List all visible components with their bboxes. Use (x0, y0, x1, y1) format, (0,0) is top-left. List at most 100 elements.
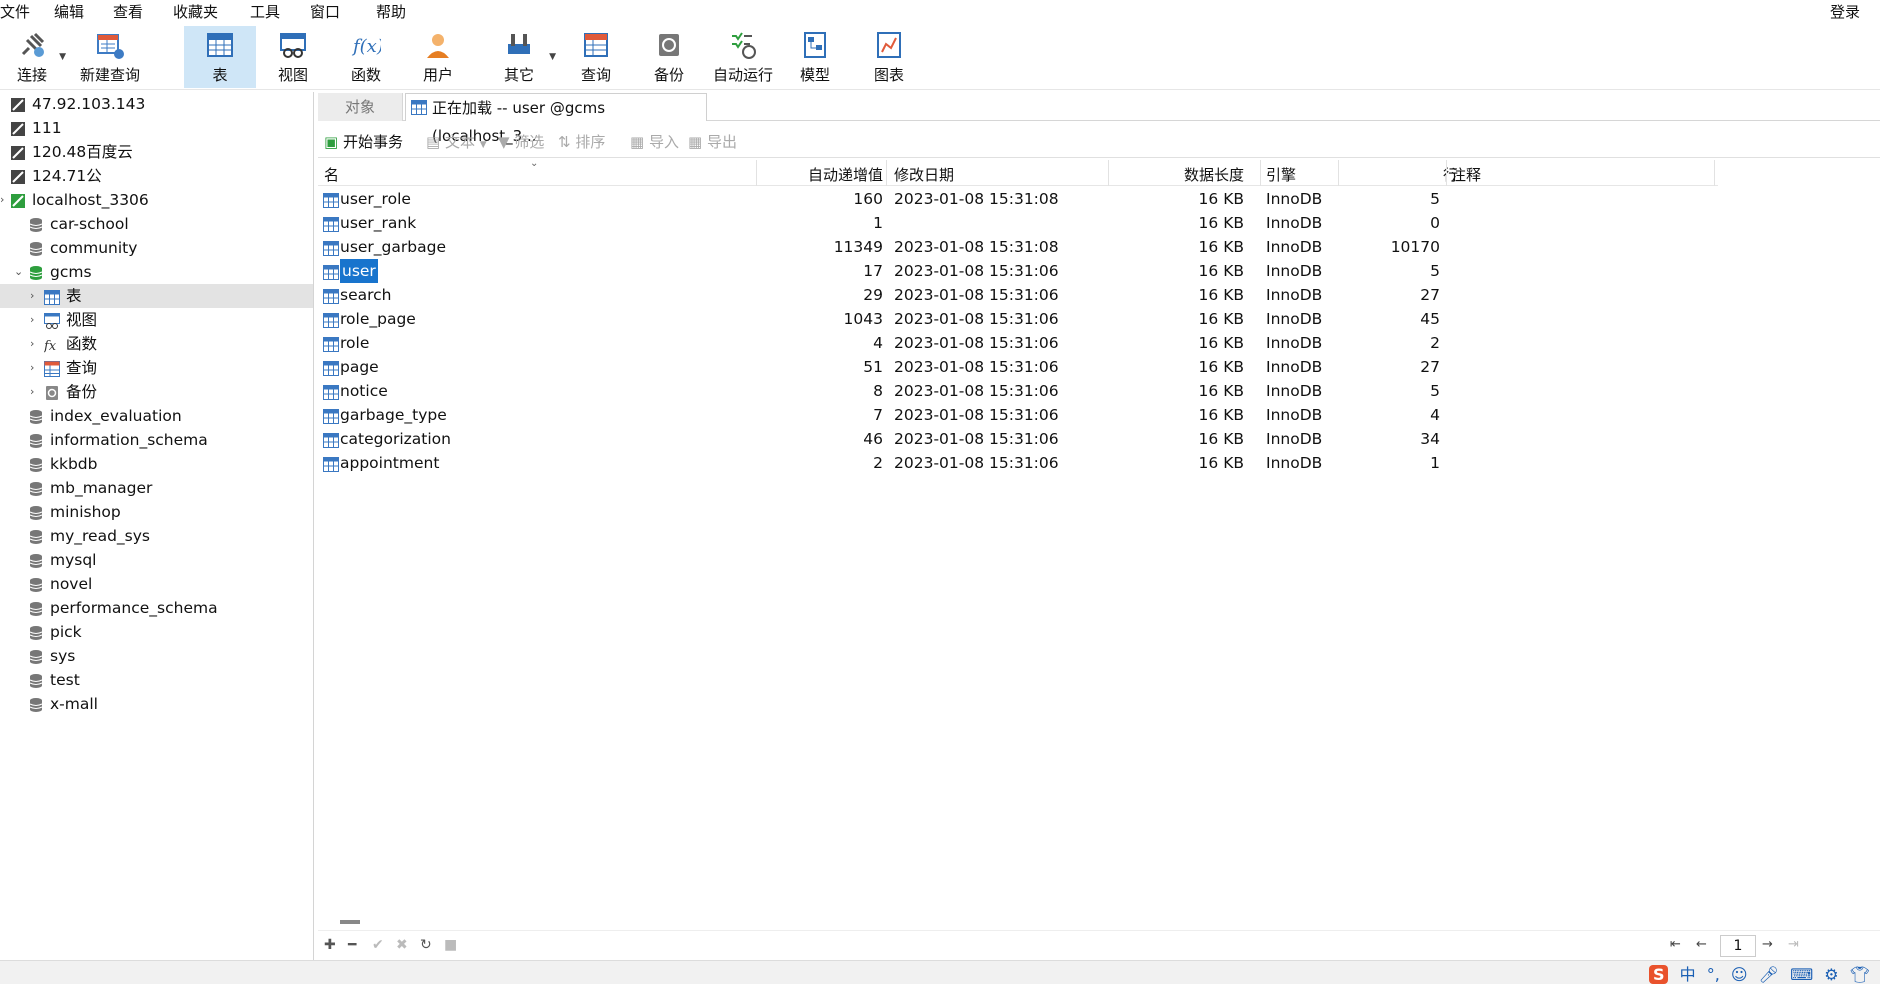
chevron-right-icon[interactable]: › (30, 308, 42, 332)
tree-item[interactable]: community (0, 236, 313, 260)
tree-item[interactable]: novel (0, 572, 313, 596)
tab-objects[interactable]: 对象 (318, 93, 403, 121)
chevron-down-icon[interactable]: ⌄ (14, 260, 26, 284)
chevron-right-icon[interactable]: › (30, 380, 42, 404)
menu-view[interactable]: 查看 (113, 1, 143, 22)
filter-button[interactable]: ▼ 筛选 (498, 132, 544, 152)
tab-table-user[interactable]: 正在加载 -- user @gcms (localhost_3... (405, 93, 707, 145)
tree-item[interactable]: test (0, 668, 313, 692)
table-row[interactable]: appointment 2 2023-01-08 15:31:06 16 KB Inno… (318, 451, 1458, 475)
query-tool-button[interactable]: 查询 (566, 26, 626, 88)
col-data-length[interactable]: 数据长度 (1108, 164, 1244, 185)
text-button[interactable]: ▤ 文本 ▼ (426, 132, 487, 155)
user-tool-button[interactable]: 用户 (408, 26, 468, 88)
col-engine[interactable]: 引擎 (1266, 164, 1296, 185)
table-row[interactable]: user_role 160 2023-01-08 15:31:08 16 KB Inno… (318, 187, 1458, 211)
table-row[interactable]: search 29 2023-01-08 15:31:06 16 KB InnoDB 27 (318, 283, 1458, 307)
tree-item[interactable]: 124.71公 (0, 164, 313, 188)
tree-item[interactable]: pick (0, 620, 313, 644)
chart-tool-button[interactable]: 图表 (860, 26, 918, 88)
view-tool-button[interactable]: 视图 (262, 26, 324, 88)
chevron-down-icon[interactable]: ▼ (549, 52, 556, 62)
close-icon[interactable]: ✖ (396, 937, 408, 953)
begin-transaction-button[interactable]: ▣ 开始事务 (324, 132, 403, 152)
menu-tools[interactable]: 工具 (250, 1, 280, 22)
login-link[interactable]: 登录 (1830, 1, 1860, 22)
menu-window[interactable]: 窗口 (310, 1, 340, 22)
mic-icon[interactable]: 🎤︎ (1759, 965, 1779, 984)
table-row[interactable]: user 17 2023-01-08 15:31:06 16 KB InnoDB 5 (318, 259, 1458, 283)
tree-item[interactable]: index_evaluation (0, 404, 313, 428)
skin-icon[interactable]: ⚙ (1824, 965, 1838, 984)
tree-item[interactable]: my_read_sys (0, 524, 313, 548)
table-row[interactable]: notice 8 2023-01-08 15:31:06 16 KB InnoDB 5 (318, 379, 1458, 403)
tree-item[interactable]: › fx 函数 (0, 332, 313, 356)
col-auto-increment[interactable]: 自动递增值 (763, 164, 883, 185)
tree-item[interactable]: car-school (0, 212, 313, 236)
tree-item[interactable]: information_schema (0, 428, 313, 452)
import-button[interactable]: ▦ 导入 (630, 132, 679, 152)
tree-item[interactable]: › 备份 (0, 380, 313, 404)
last-page-icon[interactable]: ⇥ (1788, 937, 1799, 952)
table-row[interactable]: garbage_type 7 2023-01-08 15:31:06 16 KB Inn… (318, 403, 1458, 427)
emoji-icon[interactable]: ☺ (1731, 965, 1748, 984)
tree-item[interactable]: mb_manager (0, 476, 313, 500)
col-modified-date[interactable]: 修改日期 (894, 164, 954, 185)
chevron-right-icon[interactable]: › (30, 284, 42, 308)
table-row[interactable]: role 4 2023-01-08 15:31:06 16 KB InnoDB 2 (318, 331, 1458, 355)
table-tool-button[interactable]: 表 (184, 26, 256, 88)
shirt-icon[interactable]: 👕︎ (1850, 965, 1870, 984)
prev-page-icon[interactable]: ← (1696, 937, 1707, 952)
tree-item[interactable]: mysql (0, 548, 313, 572)
ime-punct[interactable]: °, (1707, 965, 1720, 984)
tree-item[interactable]: 47.92.103.143 (0, 92, 313, 116)
table-row[interactable]: page 51 2023-01-08 15:31:06 16 KB InnoDB 27 (318, 355, 1458, 379)
horizontal-scrollbar[interactable] (340, 920, 360, 924)
sogou-brand-icon[interactable]: S (1648, 965, 1669, 984)
tree-item[interactable]: minishop (0, 500, 313, 524)
tree-item[interactable]: ⌄ gcms (0, 260, 313, 284)
new-query-button[interactable]: 新建查询 (78, 26, 142, 88)
sort-button[interactable]: ⇅ 排序 (558, 132, 605, 152)
table-row[interactable]: role_page 1043 2023-01-08 15:31:06 16 KB Inn… (318, 307, 1458, 331)
col-name[interactable]: 名 (324, 164, 339, 185)
table-row[interactable]: user_garbage 11349 2023-01-08 15:31:08 16 K… (318, 235, 1458, 259)
auto-run-button[interactable]: 自动运行 (710, 26, 776, 88)
other-tool-button[interactable]: 其它 ▼ (490, 26, 556, 88)
connect-button[interactable]: 连接 ▼ (6, 26, 66, 88)
keyboard-icon[interactable]: ⌨ (1790, 965, 1813, 984)
tree-item[interactable]: › 查询 (0, 356, 313, 380)
backup-tool-button[interactable]: 备份 (640, 26, 698, 88)
tree-item[interactable]: kkbdb (0, 452, 313, 476)
menu-help[interactable]: 帮助 (376, 1, 406, 22)
col-comment[interactable]: 注释 (1451, 164, 1481, 185)
next-page-icon[interactable]: → (1762, 937, 1773, 952)
tree-item[interactable]: sys (0, 644, 313, 668)
refresh-icon[interactable]: ↻ (420, 937, 432, 953)
tree-item[interactable]: › 视图 (0, 308, 313, 332)
check-icon[interactable]: ✔ (372, 937, 384, 953)
stop-icon[interactable]: ■ (444, 937, 457, 953)
chevron-right-icon[interactable]: › (30, 356, 42, 380)
tree-item[interactable]: performance_schema (0, 596, 313, 620)
page-number[interactable]: 1 (1720, 935, 1756, 957)
col-rows[interactable]: 行 (1338, 164, 1458, 185)
tree-item[interactable]: 120.48百度云 (0, 140, 313, 164)
function-tool-button[interactable]: f(x) 函数 (336, 26, 396, 88)
remove-icon[interactable]: ━ (348, 937, 356, 953)
table-row[interactable]: user_rank 1 16 KB InnoDB 0 (318, 211, 1458, 235)
tree-item[interactable]: › 表 (0, 284, 313, 308)
menu-favorites[interactable]: 收藏夹 (173, 1, 218, 22)
first-page-icon[interactable]: ⇤ (1670, 937, 1681, 952)
tree-item[interactable]: x-mall (0, 692, 313, 716)
add-icon[interactable]: ✚ (324, 937, 336, 953)
export-button[interactable]: ▦ 导出 (688, 132, 737, 152)
menu-edit[interactable]: 编辑 (54, 1, 84, 22)
tree-item[interactable]: › localhost_3306 (0, 188, 313, 212)
menu-file[interactable]: 文件 (0, 1, 30, 22)
table-row[interactable]: categorization 46 2023-01-08 15:31:06 16 KB… (318, 427, 1458, 451)
chevron-right-icon[interactable]: › (30, 332, 42, 356)
tree-item[interactable]: 111 (0, 116, 313, 140)
chevron-down-icon[interactable]: ▼ (59, 52, 66, 62)
ime-lang[interactable]: 中 (1680, 961, 1696, 984)
